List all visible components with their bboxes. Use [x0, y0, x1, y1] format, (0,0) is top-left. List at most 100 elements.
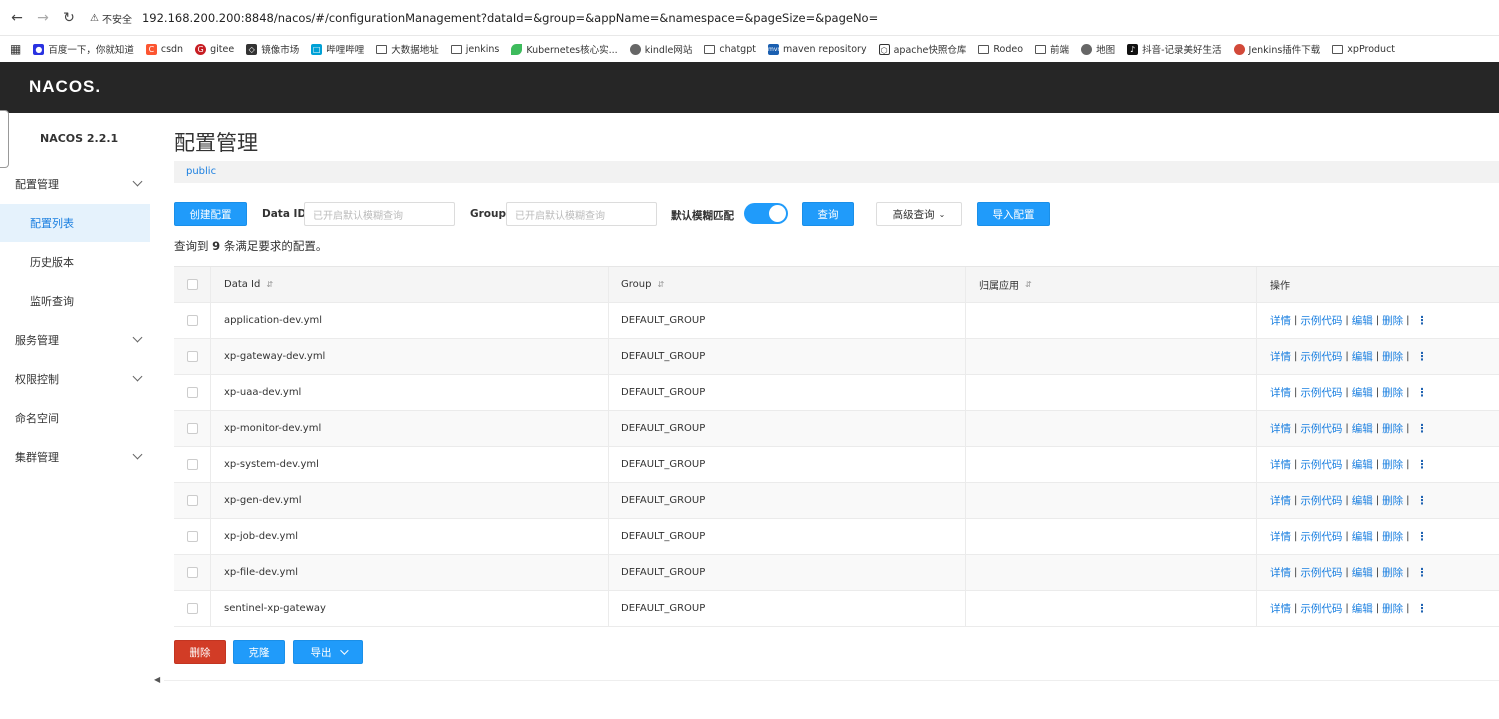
sidebar-item-namespace[interactable]: 命名空间 [0, 399, 150, 437]
bookmark-rodeo[interactable]: Rodeo [978, 44, 1023, 55]
bookmark-chatgpt[interactable]: chatgpt [704, 44, 756, 55]
sidebar-item-listener-query[interactable]: 监听查询 [0, 282, 150, 320]
sidebar-item-config-list[interactable]: 配置列表 [0, 204, 150, 242]
scroll-left-icon[interactable]: ◀ [154, 675, 160, 684]
delete-link[interactable]: 删除 [1382, 601, 1403, 616]
row-checkbox[interactable] [186, 567, 198, 578]
sample-code-link[interactable]: 示例代码 [1300, 457, 1342, 472]
delete-link[interactable]: 删除 [1382, 313, 1403, 328]
reload-icon[interactable]: ↻ [60, 9, 78, 27]
more-actions-icon[interactable]: ⋮ [1417, 566, 1428, 579]
edit-link[interactable]: 编辑 [1352, 565, 1373, 580]
delete-link[interactable]: 删除 [1382, 529, 1403, 544]
sample-code-link[interactable]: 示例代码 [1300, 421, 1342, 436]
delete-link[interactable]: 删除 [1382, 421, 1403, 436]
more-actions-icon[interactable]: ⋮ [1417, 530, 1428, 543]
security-warning[interactable]: ⚠ 不安全 [90, 11, 132, 26]
edit-link[interactable]: 编辑 [1352, 529, 1373, 544]
bookmark-mirror[interactable]: ◇ 镜像市场 [246, 42, 299, 56]
horizontal-scrollbar[interactable] [164, 680, 1499, 681]
bookmark-jenkins-plugins[interactable]: Jenkins插件下载 [1233, 42, 1320, 56]
delete-link[interactable]: 删除 [1382, 385, 1403, 400]
forward-icon[interactable]: → [34, 9, 52, 27]
sidebar-item-history[interactable]: 历史版本 [0, 243, 150, 281]
bookmark-kindle[interactable]: kindle网站 [629, 42, 692, 56]
delete-link[interactable]: 删除 [1382, 457, 1403, 472]
sidebar-item-service-management[interactable]: 服务管理 [0, 321, 150, 359]
nacos-logo[interactable]: NACOS. [29, 77, 101, 97]
bookmark-xpproduct[interactable]: xpProduct [1332, 44, 1395, 55]
namespace-link-public[interactable]: public [186, 166, 216, 177]
import-config-button[interactable]: 导入配置 [977, 202, 1050, 226]
detail-link[interactable]: 详情 [1270, 493, 1291, 508]
delete-link[interactable]: 删除 [1382, 493, 1403, 508]
sample-code-link[interactable]: 示例代码 [1300, 349, 1342, 364]
sidebar-item-access-control[interactable]: 权限控制 [0, 360, 150, 398]
detail-link[interactable]: 详情 [1270, 349, 1291, 364]
more-actions-icon[interactable]: ⋮ [1417, 602, 1428, 615]
delete-link[interactable]: 删除 [1382, 349, 1403, 364]
bookmark-kubernetes[interactable]: Kubernetes核心实... [511, 42, 618, 56]
back-icon[interactable]: ← [8, 9, 26, 27]
sort-icon[interactable]: ⇵ [657, 280, 664, 289]
row-checkbox[interactable] [186, 351, 198, 362]
column-header-app[interactable]: 归属应用 ⇵ [966, 267, 1257, 302]
delete-link[interactable]: 删除 [1382, 565, 1403, 580]
bookmark-bilibili[interactable]: □ 哔哩哔哩 [311, 42, 364, 56]
column-header-group[interactable]: Group ⇵ [609, 267, 966, 302]
row-checkbox[interactable] [186, 603, 198, 614]
row-checkbox[interactable] [186, 459, 198, 470]
sidebar-toggle-handle[interactable] [0, 110, 9, 168]
row-checkbox[interactable] [186, 531, 198, 542]
address-bar[interactable]: ⚠ 不安全 192.168.200.200:8848/nacos/#/config… [90, 6, 878, 30]
more-actions-icon[interactable]: ⋮ [1417, 350, 1428, 363]
sort-icon[interactable]: ⇵ [1025, 280, 1032, 289]
query-button[interactable]: 查询 [802, 202, 854, 226]
row-checkbox[interactable] [186, 315, 198, 326]
detail-link[interactable]: 详情 [1270, 457, 1291, 472]
bookmark-jenkins[interactable]: jenkins [450, 44, 499, 55]
sample-code-link[interactable]: 示例代码 [1300, 565, 1342, 580]
detail-link[interactable]: 详情 [1270, 385, 1291, 400]
edit-link[interactable]: 编辑 [1352, 313, 1373, 328]
bookmark-bigdata[interactable]: 大数据地址 [376, 42, 439, 56]
more-actions-icon[interactable]: ⋮ [1417, 458, 1428, 471]
sample-code-link[interactable]: 示例代码 [1300, 493, 1342, 508]
detail-link[interactable]: 详情 [1270, 421, 1291, 436]
row-checkbox[interactable] [186, 387, 198, 398]
sample-code-link[interactable]: 示例代码 [1300, 529, 1342, 544]
bookmark-baidu[interactable]: ● 百度一下，你就知道 [33, 42, 134, 56]
export-button[interactable]: 导出 [293, 640, 363, 664]
bookmark-gitee[interactable]: Ggitee [195, 43, 234, 55]
advanced-query-button[interactable]: 高级查询 ⌄ [876, 202, 962, 226]
apps-icon[interactable]: ▦ [10, 42, 21, 56]
sidebar-item-cluster-management[interactable]: 集群管理 [0, 438, 150, 476]
bookmark-douyin[interactable]: ♪ 抖音-记录美好生活 [1127, 42, 1222, 56]
sample-code-link[interactable]: 示例代码 [1300, 385, 1342, 400]
edit-link[interactable]: 编辑 [1352, 457, 1373, 472]
more-actions-icon[interactable]: ⋮ [1417, 422, 1428, 435]
detail-link[interactable]: 详情 [1270, 529, 1291, 544]
sort-icon[interactable]: ⇵ [266, 280, 273, 289]
sidebar-item-config-management[interactable]: 配置管理 [0, 165, 150, 203]
more-actions-icon[interactable]: ⋮ [1417, 494, 1428, 507]
sample-code-link[interactable]: 示例代码 [1300, 601, 1342, 616]
bookmark-frontend[interactable]: 前端 [1035, 42, 1069, 56]
edit-link[interactable]: 编辑 [1352, 493, 1373, 508]
detail-link[interactable]: 详情 [1270, 601, 1291, 616]
bookmark-maven[interactable]: mvn maven repository [767, 43, 867, 55]
create-config-button[interactable]: 创建配置 [174, 202, 247, 226]
row-checkbox[interactable] [186, 495, 198, 506]
detail-link[interactable]: 详情 [1270, 313, 1291, 328]
edit-link[interactable]: 编辑 [1352, 421, 1373, 436]
clone-button[interactable]: 克隆 [233, 640, 285, 664]
more-actions-icon[interactable]: ⋮ [1417, 314, 1428, 327]
column-header-data-id[interactable]: Data Id ⇵ [211, 267, 609, 302]
more-actions-icon[interactable]: ⋮ [1417, 386, 1428, 399]
batch-delete-button[interactable]: 删除 [174, 640, 226, 664]
bookmark-apache[interactable]: ⬡ apache快照仓库 [878, 42, 966, 56]
group-input[interactable]: 已开启默认模糊查询 [506, 202, 657, 226]
edit-link[interactable]: 编辑 [1352, 385, 1373, 400]
edit-link[interactable]: 编辑 [1352, 601, 1373, 616]
detail-link[interactable]: 详情 [1270, 565, 1291, 580]
